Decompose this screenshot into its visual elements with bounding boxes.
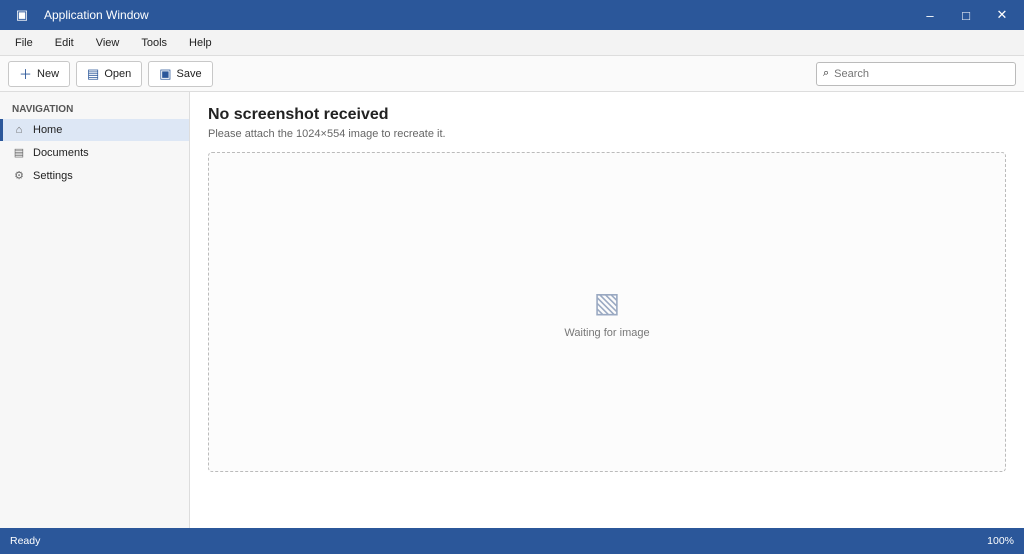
content-pane: No screenshot received Please attach the… <box>190 92 1024 528</box>
status-bar: Ready 100% <box>0 528 1024 554</box>
plus-icon: ＋ <box>19 67 33 82</box>
save-button-label: Save <box>176 67 202 80</box>
sidebar-item-documents[interactable]: ▤ Documents <box>0 141 189 164</box>
empty-state-text: Waiting for image <box>564 326 650 339</box>
menu-item-tools[interactable]: Tools <box>132 34 176 52</box>
app-icon: ▣ <box>15 7 29 22</box>
menu-item-help[interactable]: Help <box>180 34 221 52</box>
folder-icon: ▤ <box>87 65 100 81</box>
search-input[interactable] <box>834 67 1009 80</box>
open-button[interactable]: ▤ Open <box>76 60 143 87</box>
page-subtitle: Please attach the 1024×554 image to recr… <box>208 128 446 140</box>
minimize-icon[interactable]: – <box>916 4 944 26</box>
search-box: ⌕ <box>816 61 1016 86</box>
menu-item-file[interactable]: File <box>6 34 42 52</box>
open-button-label: Open <box>104 67 132 80</box>
search-icon: ⌕ <box>823 67 830 79</box>
zoom-level[interactable]: 100% <box>987 535 1014 547</box>
new-button[interactable]: ＋ New <box>8 60 71 87</box>
menu-item-view[interactable]: View <box>87 34 129 52</box>
toolbar: ＋ New ▤ Open ▣ Save ⌕ <box>0 56 1024 92</box>
menu-bar: File Edit View Tools Help <box>0 30 1024 56</box>
close-icon[interactable]: ✕ <box>988 4 1016 26</box>
sidebar-heading: Navigation <box>12 104 74 115</box>
sidebar-item-home[interactable]: ⌂ Home <box>0 119 189 141</box>
empty-state: ▧ Waiting for image <box>208 152 1006 472</box>
gear-icon: ⚙ <box>14 170 24 182</box>
sidebar-item-label: Settings <box>33 169 73 182</box>
folder-icon: ▤ <box>13 147 25 159</box>
save-button[interactable]: ▣ Save <box>148 60 213 87</box>
sidebar-item-settings[interactable]: ⚙ Settings <box>0 164 189 187</box>
image-icon: ▧ <box>593 286 621 318</box>
maximize-icon[interactable]: □ <box>952 4 980 26</box>
sidebar-item-label: Home <box>33 124 63 136</box>
main-area: Navigation ⌂ Home ▤ Documents ⚙ Settings… <box>0 92 1024 528</box>
status-text: Ready <box>10 535 41 547</box>
menu-item-edit[interactable]: Edit <box>46 34 83 52</box>
home-icon: ⌂ <box>15 124 23 136</box>
page-title: No screenshot received <box>208 106 389 123</box>
sidebar-item-label: Documents <box>33 146 89 159</box>
sidebar: Navigation ⌂ Home ▤ Documents ⚙ Settings <box>0 92 190 528</box>
new-button-label: New <box>37 67 60 80</box>
window-title: Application Window <box>44 8 149 22</box>
title-bar: ▣ Application Window – □ ✕ <box>0 0 1024 30</box>
save-icon: ▣ <box>159 65 172 81</box>
